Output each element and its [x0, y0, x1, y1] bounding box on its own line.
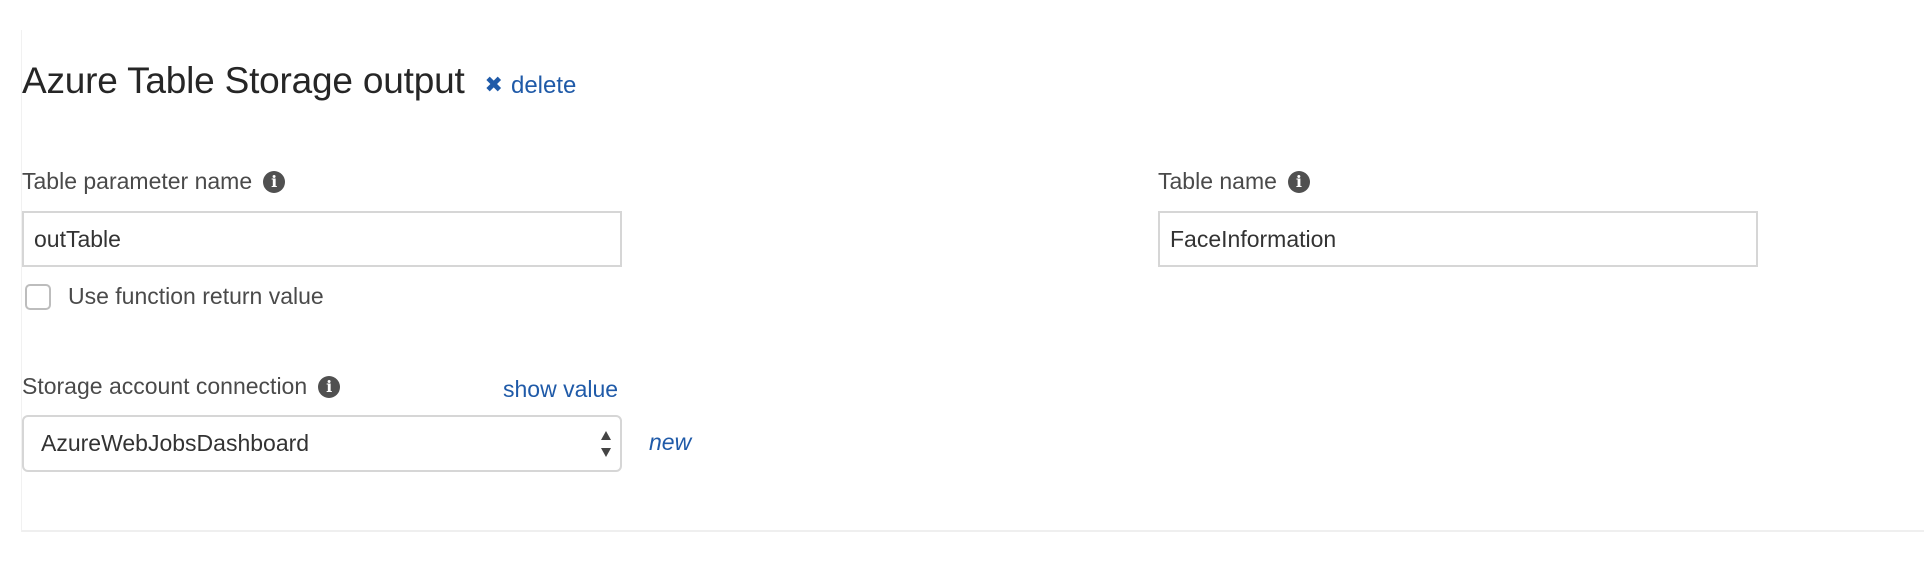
storage-connection-selected: AzureWebJobsDashboard — [41, 430, 310, 456]
use-return-value-label[interactable]: Use function return value — [68, 283, 324, 310]
page-title: Azure Table Storage output — [22, 60, 465, 101]
use-return-value-row: Use function return value — [25, 283, 324, 310]
select-arrows-icon — [600, 431, 612, 457]
storage-connection-select[interactable]: AzureWebJobsDashboard — [22, 415, 622, 472]
table-name-label: Table name i — [1158, 168, 1310, 195]
delete-label: delete — [510, 72, 577, 99]
panel-header: Azure Table Storage output ✖ delete — [22, 60, 576, 102]
close-icon: ✖ — [484, 72, 503, 97]
show-value-link[interactable]: show value — [503, 376, 618, 403]
use-return-value-checkbox[interactable] — [25, 283, 51, 310]
table-parameter-name-text: Table parameter name — [22, 168, 253, 194]
storage-connection-text: Storage account connection — [22, 373, 308, 399]
delete-button[interactable]: ✖ delete — [485, 72, 577, 100]
table-name-input[interactable] — [1158, 211, 1758, 267]
table-name-text: Table name — [1158, 168, 1277, 194]
table-parameter-name-label: Table parameter name i — [22, 168, 286, 195]
table-parameter-name-input[interactable] — [22, 211, 622, 267]
info-icon[interactable]: i — [263, 170, 286, 193]
info-icon[interactable]: i — [318, 375, 341, 398]
info-icon[interactable]: i — [1287, 170, 1310, 193]
storage-connection-label: Storage account connection i — [22, 373, 341, 400]
new-connection-link[interactable]: new — [649, 429, 691, 456]
